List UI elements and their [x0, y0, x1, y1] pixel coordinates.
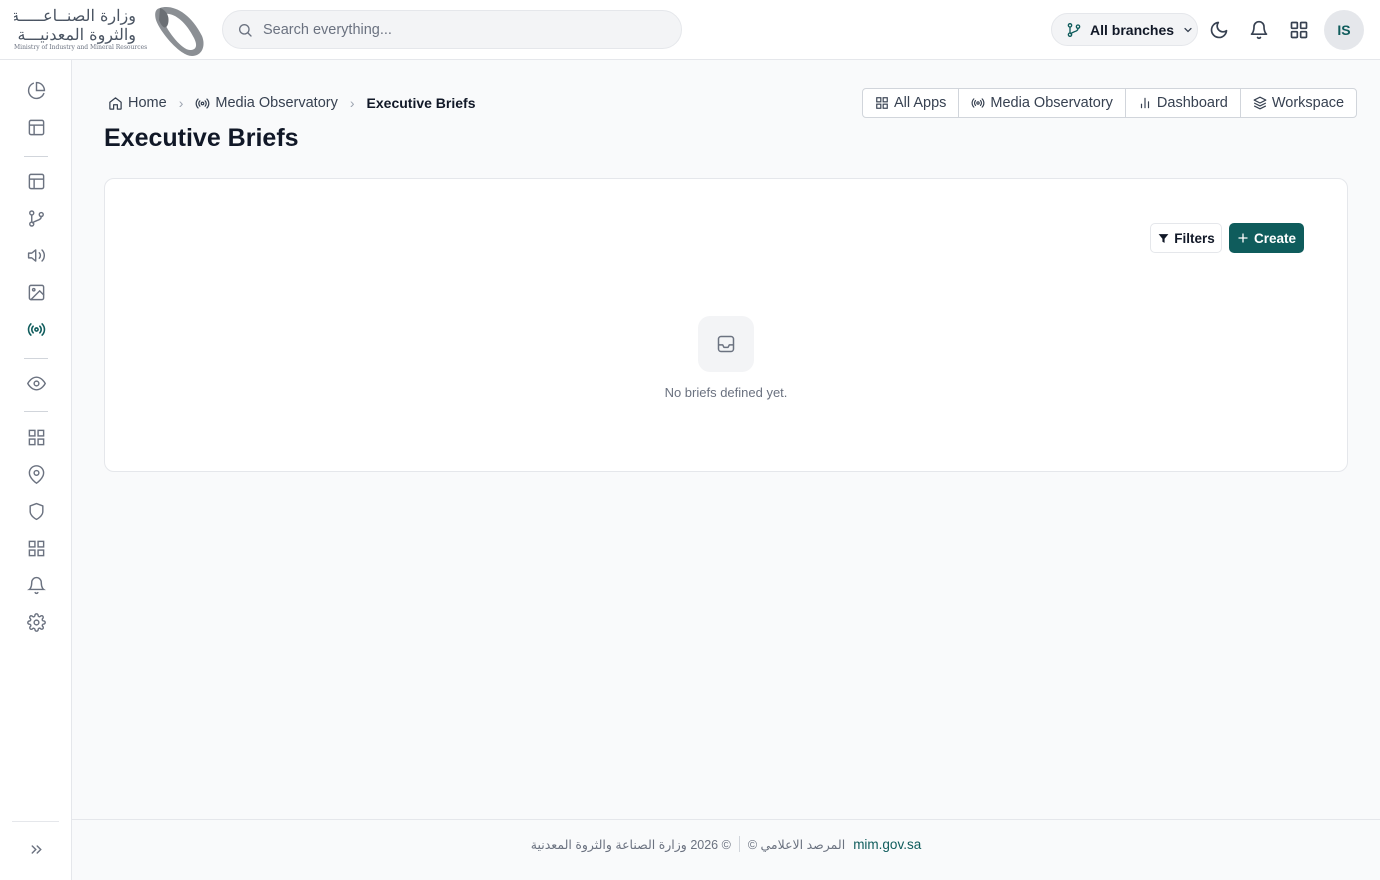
- search-input[interactable]: [263, 21, 663, 38]
- footer-divider: [738, 836, 740, 852]
- empty-state-message: No briefs defined yet.: [664, 385, 788, 400]
- radio-signal-icon: [195, 96, 210, 111]
- notifications-bell-icon[interactable]: [1248, 19, 1270, 41]
- create-label: Create: [1253, 230, 1297, 246]
- grid-icon: [875, 96, 889, 110]
- breadcrumb-separator: ›: [178, 95, 184, 111]
- sidebar-bottom-divider: [12, 821, 59, 822]
- branch-label: All branches: [1090, 21, 1175, 38]
- sidebar-item-image-icon[interactable]: [24, 280, 48, 304]
- global-search[interactable]: [222, 10, 682, 49]
- sidebar-divider: [24, 411, 48, 412]
- sidebar-item-analytics-pie-icon[interactable]: [24, 78, 48, 102]
- create-button[interactable]: Create: [1229, 223, 1304, 253]
- page-footer: © 2026 وزارة الصناعة والثروة المعدنية ال…: [72, 819, 1380, 868]
- sidebar-item-shield-icon[interactable]: [24, 499, 48, 523]
- layers-icon: [1253, 96, 1267, 110]
- breadcrumb-current: Executive Briefs: [367, 95, 476, 111]
- quick-link-media-observatory[interactable]: Media Observatory: [959, 89, 1126, 117]
- filters-label: Filters: [1174, 230, 1215, 246]
- search-icon: [237, 22, 253, 38]
- branch-selector[interactable]: All branches: [1051, 13, 1198, 46]
- chevron-down-icon: [1182, 24, 1194, 36]
- breadcrumb-home-label: Home: [128, 95, 167, 111]
- quick-link-dashboard[interactable]: Dashboard: [1126, 89, 1241, 117]
- quick-link-workspace[interactable]: Workspace: [1241, 89, 1356, 117]
- quick-link-media-observatory-label: Media Observatory: [990, 95, 1113, 111]
- footer-website-link[interactable]: mim.gov.sa: [853, 837, 921, 852]
- page-title: Executive Briefs: [104, 124, 299, 152]
- logo-wordmark: وزارة الصنــاعـــــة والثروة المعدنيـــة…: [14, 6, 148, 54]
- bar-chart-icon: [1138, 96, 1152, 110]
- breadcrumb-home[interactable]: Home: [108, 95, 167, 111]
- sidebar-item-eye-icon[interactable]: [24, 371, 48, 395]
- breadcrumb-current-label: Executive Briefs: [366, 95, 476, 111]
- quick-links-bar: All Apps Media Observatory Dashboard Wor…: [862, 88, 1358, 118]
- sidebar-item-bell-icon[interactable]: [24, 573, 48, 597]
- sidebar-item-map-pin-icon[interactable]: [24, 462, 48, 486]
- breadcrumb-separator: ›: [349, 95, 355, 111]
- empty-inbox-icon: [698, 316, 754, 372]
- sidebar-item-megaphone-icon[interactable]: [24, 243, 48, 267]
- apps-grid-icon[interactable]: [1288, 19, 1310, 41]
- breadcrumb: Home › Media Observatory › Executive Bri…: [108, 92, 475, 114]
- sidebar-item-grid-icon[interactable]: [24, 425, 48, 449]
- quick-link-all-apps-label: All Apps: [894, 95, 947, 111]
- sidebar-item-apps-icon[interactable]: [24, 536, 48, 560]
- sidebar-divider: [24, 358, 48, 359]
- ministry-emblem-icon: [150, 2, 208, 58]
- plus-icon: [1237, 232, 1249, 244]
- filter-funnel-icon: [1157, 232, 1170, 245]
- sidebar-expand-chevrons-icon[interactable]: [24, 837, 48, 861]
- logo-english-line: Ministry of Industry and Mineral Resourc…: [14, 44, 148, 51]
- quick-link-workspace-label: Workspace: [1271, 95, 1345, 111]
- quick-link-all-apps[interactable]: All Apps: [863, 89, 960, 117]
- briefs-panel: Filters Create No briefs defined yet.: [104, 178, 1348, 472]
- logo-arabic-line2: والثروة المعدنيـــة: [17, 25, 136, 44]
- breadcrumb-parent-label: Media Observatory: [215, 95, 338, 111]
- logo-arabic-line1: وزارة الصنــاعـــــة: [14, 6, 136, 25]
- filters-button[interactable]: Filters: [1150, 223, 1222, 253]
- user-avatar[interactable]: IS: [1324, 10, 1364, 50]
- footer-copyright: © 2026 وزارة الصناعة والثروة المعدنية: [530, 837, 731, 852]
- sidebar-item-branches-icon[interactable]: [24, 206, 48, 230]
- git-branch-icon: [1066, 22, 1082, 38]
- theme-toggle-moon-icon[interactable]: [1208, 19, 1230, 41]
- radio-signal-icon: [971, 96, 985, 110]
- top-header: وزارة الصنــاعـــــة والثروة المعدنيـــة…: [0, 0, 1380, 60]
- home-icon: [108, 96, 123, 111]
- sidebar-item-layout-icon[interactable]: [24, 115, 48, 139]
- sidebar-item-panels-icon[interactable]: [24, 169, 48, 193]
- quick-link-dashboard-label: Dashboard: [1156, 95, 1228, 111]
- sidebar-item-settings-gear-icon[interactable]: [24, 610, 48, 634]
- sidebar-divider: [24, 156, 48, 157]
- breadcrumb-media-observatory[interactable]: Media Observatory: [195, 95, 338, 111]
- sidebar-nav: [0, 60, 72, 880]
- footer-observatory: المرصد الاعلامي ©: [747, 837, 846, 852]
- user-initials: IS: [1337, 22, 1351, 38]
- sidebar-item-media-observatory-radio-icon[interactable]: [24, 317, 48, 341]
- ministry-logo[interactable]: وزارة الصنــاعـــــة والثروة المعدنيـــة…: [14, 2, 210, 58]
